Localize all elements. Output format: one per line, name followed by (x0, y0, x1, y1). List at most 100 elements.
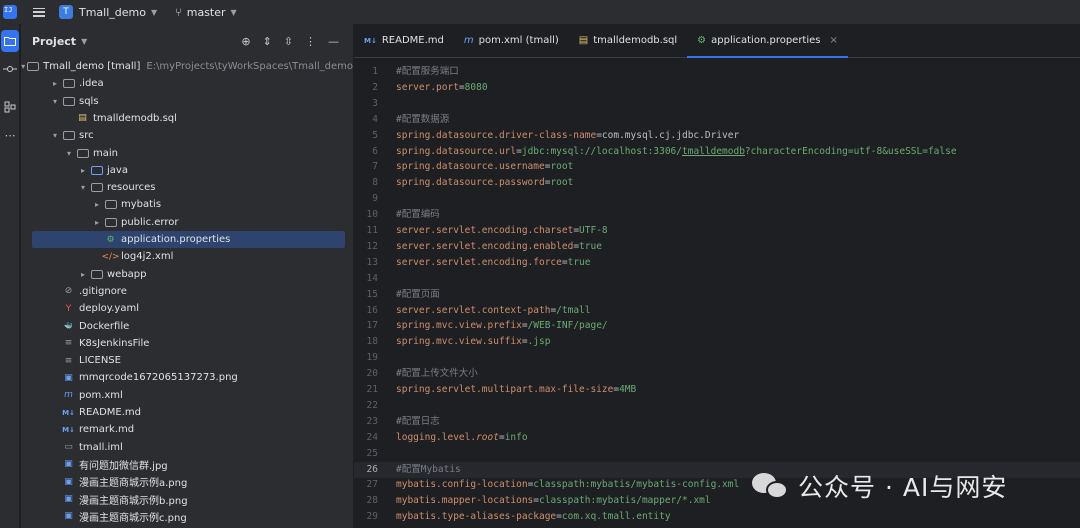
markdown-file-icon: M↓ (364, 36, 377, 45)
code-line[interactable]: spring.datasource.password=root (396, 175, 573, 191)
tree-item[interactable]: 🐳 Dockerfile (21, 318, 353, 335)
close-icon[interactable]: × (830, 35, 838, 46)
tree-item[interactable]: ▾ resources (21, 179, 353, 196)
folder-icon (27, 61, 40, 73)
tree-item[interactable]: ▸ .idea (21, 75, 353, 92)
main-menu-icon[interactable] (33, 7, 45, 17)
tree-item-label: Tmall_demo [tmall] (43, 61, 141, 72)
chevron-down-icon[interactable]: ▾ (50, 97, 60, 106)
folder-icon (90, 164, 103, 176)
folder-shape (27, 62, 40, 71)
tree-item[interactable]: ≡ LICENSE (21, 352, 353, 369)
project-panel-title[interactable]: Project (32, 35, 76, 48)
editor-tab[interactable]: M↓ README.md (354, 24, 454, 57)
tree-item[interactable]: M↓ README.md (21, 404, 353, 421)
tree-item[interactable]: ▾ sqls (21, 93, 353, 110)
chevron-right-icon[interactable]: ▸ (78, 270, 88, 279)
tree-item[interactable]: ⚙ application.properties (21, 231, 353, 248)
code-line[interactable]: #配置Mybatis (396, 462, 461, 478)
branch-name[interactable]: master (187, 6, 226, 19)
code-line[interactable]: #配置上传文件大小 (396, 366, 478, 382)
properties-file-icon: ⚙ (697, 35, 707, 46)
code-line[interactable]: #配置数据源 (396, 112, 449, 128)
folder-shape (90, 269, 103, 279)
more-tools-icon[interactable]: ⋯ (0, 124, 20, 146)
chevron-down-icon[interactable]: ▼ (231, 8, 237, 17)
code-line[interactable]: #配置服务端口 (396, 64, 459, 80)
commit-icon[interactable] (0, 58, 20, 80)
tree-item[interactable]: Ydeploy.yaml (21, 300, 353, 317)
expand-all-icon[interactable]: ⇕ (263, 35, 272, 48)
code-line[interactable]: server.servlet.encoding.charset=UTF-8 (396, 223, 608, 239)
tree-item[interactable]: ▸ public.error (21, 214, 353, 231)
code-line[interactable]: #配置页面 (396, 287, 440, 303)
tree-item[interactable]: ▣ 漫画主题商城示例a.png (21, 473, 353, 490)
code-line[interactable]: spring.datasource.url=jdbc:mysql://local… (396, 144, 957, 160)
git-branch-icon[interactable]: ⑂ (175, 6, 182, 19)
tree-item[interactable]: </> log4j2.xml (21, 248, 353, 265)
tree-item[interactable]: ▸ webapp (21, 266, 353, 283)
chevron-right-icon[interactable]: ▸ (50, 79, 60, 88)
tree-item[interactable]: ▸ java (21, 162, 353, 179)
chevron-down-icon[interactable]: ▾ (21, 62, 25, 71)
code-line[interactable]: mybatis.mapper-locations=classpath:mybat… (396, 493, 711, 509)
tree-item-label: tmall.iml (79, 441, 123, 453)
chevron-right-icon[interactable]: ▸ (92, 218, 102, 227)
tree-item[interactable]: ▭ tmall.iml (21, 439, 353, 456)
code-line[interactable]: mybatis.config-location=classpath:mybati… (396, 477, 739, 493)
chevron-down-icon[interactable]: ▼ (81, 37, 87, 46)
code-line[interactable]: server.servlet.encoding.enabled=true (396, 239, 602, 255)
code-token: .jsp (527, 336, 551, 348)
chevron-right-icon[interactable]: ▸ (92, 200, 102, 209)
locate-icon[interactable]: ⊕ (241, 35, 250, 48)
chevron-down-icon[interactable]: ▼ (151, 8, 157, 17)
editor-tab[interactable]: ⚙ application.properties × (687, 24, 848, 58)
folder-shape (62, 96, 75, 106)
tree-item[interactable]: ▣ mmqrcode1672065137273.png (21, 369, 353, 386)
editor-tab[interactable]: ▤ tmalldemodb.sql (569, 24, 687, 57)
tree-item[interactable]: ▾ Tmall_demo [tmall] E:\myProjects\tyWorkS… (21, 58, 353, 75)
chevron-down-icon[interactable]: ▾ (50, 131, 60, 140)
tree-item[interactable]: ▾ main (21, 145, 353, 162)
xml-file-icon: </> (101, 251, 120, 262)
project-name[interactable]: Tmall_demo (79, 6, 146, 19)
code-line[interactable]: spring.mvc.view.suffix=.jsp (396, 334, 550, 350)
code-line[interactable]: mybatis.type-aliases-package=com.xq.tmal… (396, 509, 671, 525)
code-line[interactable]: server.servlet.context-path=/tmall (396, 303, 591, 319)
code-line[interactable]: spring.mvc.view.prefix=/WEB-INF/page/ (396, 318, 608, 334)
hide-icon[interactable]: — (328, 35, 339, 48)
code-token: 8080 (464, 81, 488, 93)
code-line[interactable]: #配置编码 (396, 207, 440, 223)
tree-item[interactable]: ⊘ .gitignore (21, 283, 353, 300)
collapse-all-icon[interactable]: ⇳ (284, 35, 293, 48)
options-icon[interactable]: ⋮ (305, 35, 316, 48)
tree-item[interactable]: ▣ 漫画主题商城示例c.png (21, 508, 353, 525)
chevron-right-icon[interactable]: ▸ (78, 166, 88, 175)
code-line[interactable]: server.port=8080 (396, 80, 488, 96)
tree-item[interactable]: ▣ 有问题加微信群.jpg (21, 456, 353, 473)
code-line[interactable]: logging.level.root=info (396, 430, 528, 446)
tree-item[interactable]: ≡ K8sJenkinsFile (21, 335, 353, 352)
code-token: ?characterEncoding=utf-8&useSSL=false (744, 145, 957, 157)
tree-item[interactable]: ▾ src (21, 127, 353, 144)
tree-item[interactable]: ▤ tmalldemodb.sql (21, 110, 353, 127)
line-number: 6 (372, 145, 378, 157)
code-line[interactable]: server.servlet.encoding.force=true (396, 255, 591, 271)
chevron-down-icon[interactable]: ▾ (64, 149, 74, 158)
structure-icon[interactable] (0, 96, 20, 118)
project-badge[interactable]: T (59, 5, 73, 19)
code-token: #配置编码 (396, 209, 440, 221)
code-line[interactable]: spring.datasource.username=root (396, 159, 573, 175)
code-line[interactable]: spring.servlet.multipart.max-file-size=4… (396, 382, 636, 398)
code-line[interactable]: spring.datasource.driver-class-name=com.… (396, 128, 739, 144)
code-line[interactable]: #配置日志 (396, 414, 440, 430)
code-token: #配置Mybatis (396, 463, 461, 475)
tree-item[interactable]: M↓ remark.md (21, 421, 353, 438)
tree-item[interactable]: m pom.xml (21, 387, 353, 404)
tree-item[interactable]: ▣ 漫画主题商城示例b.png (21, 491, 353, 508)
code-token: classpath:mybatis/mapper/*.xml (539, 495, 711, 507)
project-tool-icon[interactable] (1, 30, 19, 52)
editor-tab[interactable]: m pom.xml (tmall) (454, 24, 569, 57)
tree-item[interactable]: ▸ mybatis (21, 196, 353, 213)
chevron-down-icon[interactable]: ▾ (78, 183, 88, 192)
